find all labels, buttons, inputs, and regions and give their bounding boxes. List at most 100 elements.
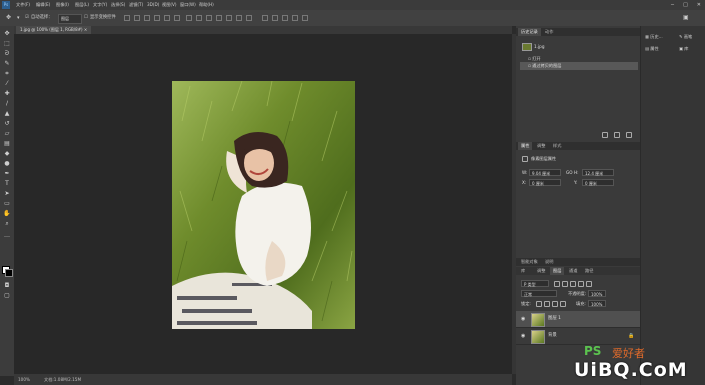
tab-properties[interactable]: 属性 [518,142,533,150]
menu-window[interactable]: 窗口(W) [180,1,196,9]
link-dimensions-icon[interactable]: GO [566,169,573,176]
y-field[interactable]: 0 厘米 [582,179,614,186]
auto-select-dropdown[interactable]: 图层 [58,14,82,24]
tab-actions[interactable]: 动作 [542,28,556,36]
close-icon[interactable]: ✕ [697,1,701,9]
tab-layers[interactable]: 图层 [550,267,565,275]
history-brush-icon[interactable]: ↺ [3,120,11,128]
eye-icon[interactable]: ◉ [521,333,527,339]
minimize-icon[interactable]: ─ [671,1,674,9]
menu-filter[interactable]: 滤镜(T) [129,1,143,9]
filter-adjust-icon[interactable] [562,281,568,287]
snapshot-icon[interactable] [602,132,608,138]
photo-canvas[interactable] [172,81,355,329]
lock-position-icon[interactable] [552,301,558,307]
move-tool-options-icon[interactable]: ✥ [6,14,11,22]
menu-layer[interactable]: 图层(L) [75,1,89,9]
dock-item-history[interactable]: ▦ 历史... [645,32,663,41]
eye-icon[interactable]: ◉ [521,316,527,322]
tab-paths[interactable]: 路径 [582,267,596,275]
lasso-tool-icon[interactable]: ᘐ [3,50,11,58]
dock-item-brush[interactable]: ✎ 画笔 [679,32,692,41]
eyedropper-tool-icon[interactable]: ⁄ [3,80,11,88]
distribute-left-icon[interactable] [216,15,222,21]
maximize-icon[interactable]: □ [683,1,688,9]
layer-name[interactable]: 背景 [548,328,557,344]
clone-stamp-icon[interactable]: ▲ [3,110,11,118]
filter-smart-icon[interactable] [586,281,592,287]
dock-item-properties[interactable]: ▤ 属性 [645,44,659,53]
3d-scale-icon[interactable] [302,15,308,21]
eraser-tool-icon[interactable]: ▱ [3,130,11,138]
history-item-layer-via-copy[interactable]: ▫ 通过拷贝的图层 [528,62,562,69]
dodge-tool-icon[interactable]: ● [3,160,11,168]
distribute-right-icon[interactable] [236,15,242,21]
filter-type-icon[interactable] [570,281,576,287]
tab-adjust[interactable]: 调整 [534,267,548,275]
lock-image-icon[interactable] [544,301,550,307]
history-snapshot[interactable]: 1.jpg [522,43,544,51]
menu-3d[interactable]: 3D(D) [147,1,159,9]
align-right-icon[interactable] [174,15,180,21]
align-bottom-icon[interactable] [144,15,150,21]
fill-field[interactable]: 100% [588,300,606,307]
menu-file[interactable]: 文件(F) [16,1,30,9]
dropdown-caret-icon[interactable]: ▾ [17,14,20,22]
distribute-vcenter-icon[interactable] [196,15,202,21]
gradient-tool-icon[interactable]: ▤ [3,140,11,148]
path-select-icon[interactable]: ➤ [3,190,11,198]
tab-smart-object[interactable]: 智能对象 [518,258,541,266]
marquee-tool-icon[interactable]: ⬚ [3,40,11,48]
menu-edit[interactable]: 编辑(E) [36,1,50,9]
tab-adjustments[interactable]: 调整 [534,142,548,150]
type-tool-icon[interactable]: T [3,180,11,188]
zoom-level[interactable]: 100% [18,374,30,385]
more-tools-icon[interactable]: … [3,232,11,240]
lock-icon[interactable]: 🔒 [628,333,634,339]
document-tab[interactable]: 1.jpg @ 100% (图层 1, RGB/8#) × [16,26,92,34]
menu-view[interactable]: 视图(V) [162,1,177,9]
3d-roll-icon[interactable] [272,15,278,21]
workspace-icon[interactable]: ▣ [683,14,689,22]
healing-brush-icon[interactable]: ✚ [3,90,11,98]
layer-row-background[interactable]: ◉ 背景 🔒 [516,328,640,345]
3d-pan-icon[interactable] [282,15,288,21]
quick-mask-icon[interactable]: ◘ [3,282,11,290]
history-item-open[interactable]: ▫ 打开 [528,55,541,62]
show-transform-checkbox[interactable]: ☐ [84,14,88,22]
hand-tool-icon[interactable]: ✋ [3,210,11,218]
camera-icon[interactable] [614,132,620,138]
tab-styles[interactable]: 样式 [550,142,564,150]
align-left-icon[interactable] [154,15,160,21]
align-vcenter-icon[interactable] [134,15,140,21]
distribute-top-icon[interactable] [186,15,192,21]
3d-rotate-icon[interactable] [262,15,268,21]
shape-tool-icon[interactable]: ▭ [3,200,11,208]
layer-name[interactable]: 图层 1 [548,311,561,327]
tab-notes[interactable]: 说明 [542,258,556,266]
height-field[interactable]: 12.4 厘米 [582,169,614,176]
tab-library[interactable]: 库 [518,267,528,275]
dock-item-library[interactable]: ▣ 库 [679,44,689,53]
distribute-bottom-icon[interactable] [206,15,212,21]
width-field[interactable]: 9.04 厘米 [529,169,561,176]
menu-select[interactable]: 选择(S) [111,1,125,9]
distribute-hcenter-icon[interactable] [226,15,232,21]
lock-all-icon[interactable] [560,301,566,307]
menu-help[interactable]: 帮助(H) [199,1,214,9]
pen-tool-icon[interactable]: ✒ [3,170,11,178]
opacity-field[interactable]: 100% [588,290,606,297]
filter-shape-icon[interactable] [578,281,584,287]
align-top-icon[interactable] [124,15,130,21]
blend-mode-dropdown[interactable]: 正常 [521,290,557,297]
blur-tool-icon[interactable]: ◆ [3,150,11,158]
menu-image[interactable]: 图像(I) [56,1,69,9]
tab-history[interactable]: 历史记录 [518,28,541,36]
crop-tool-icon[interactable]: ⌗ [3,70,11,78]
tab-channels[interactable]: 通道 [566,267,580,275]
zoom-tool-icon[interactable]: ⌕ [3,220,11,228]
align-hcenter-icon[interactable] [164,15,170,21]
filter-pixel-icon[interactable] [554,281,560,287]
auto-align-icon[interactable] [246,15,252,21]
quick-select-tool-icon[interactable]: ✎ [3,60,11,68]
